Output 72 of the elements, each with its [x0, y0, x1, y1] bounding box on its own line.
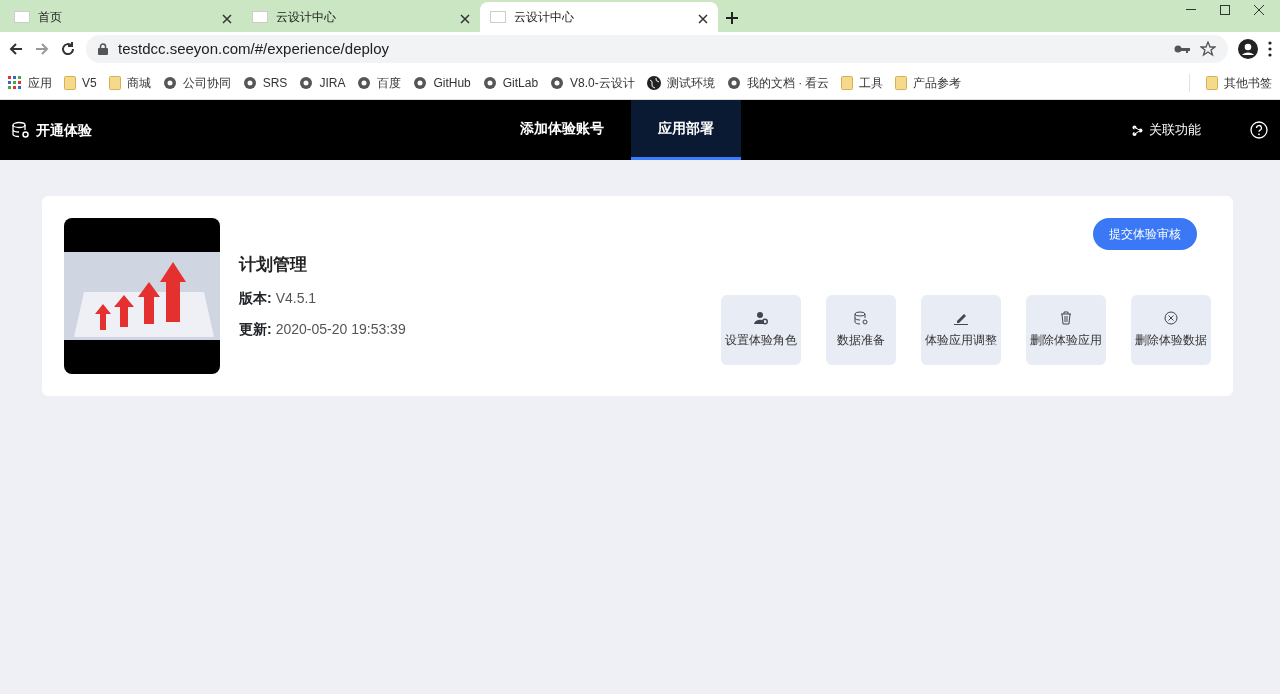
url-text: testdcc.seeyon.com/#/experience/deploy [118, 38, 389, 59]
bookmark-link[interactable]: 工具 [841, 73, 884, 92]
circle-x-icon [1164, 311, 1178, 325]
help-icon[interactable] [1250, 121, 1268, 139]
bookmark-link[interactable]: JIRA [299, 73, 346, 92]
reload-icon[interactable] [60, 41, 76, 57]
related-functions-link[interactable]: 关联功能 [1132, 120, 1201, 140]
bookmark-link[interactable]: GitLab [482, 73, 539, 92]
site-icon [357, 75, 372, 90]
bookmark-link[interactable]: V5 [64, 73, 97, 92]
site-icon [726, 75, 741, 90]
globe-icon [646, 75, 661, 90]
bookmark-link[interactable]: 我的文档 · 看云 [726, 73, 830, 92]
folder-icon [64, 75, 76, 90]
bookmark-link[interactable]: 应用 [8, 73, 52, 92]
user-gear-icon [754, 311, 768, 325]
back-icon[interactable] [8, 41, 24, 57]
site-icon [550, 75, 565, 90]
bookmark-link[interactable]: GitHub [413, 73, 471, 92]
action-button[interactable]: 删除体验数据 [1131, 295, 1211, 365]
site-icon [482, 75, 497, 90]
share-nodes-icon [1132, 124, 1143, 136]
folder-icon [841, 75, 854, 90]
favicon-icon [14, 11, 30, 23]
forward-icon[interactable] [34, 41, 50, 57]
bookmark-link[interactable]: 公司协同 [162, 73, 231, 92]
folder-icon [1206, 75, 1218, 90]
favicon-icon [252, 11, 268, 23]
site-icon [299, 75, 314, 90]
updated-label: 更新: [239, 319, 272, 339]
bookmark-link[interactable]: V8.0-云设计 [550, 73, 635, 92]
maximize-icon[interactable] [1220, 5, 1230, 15]
nav-tab[interactable]: 应用部署 [631, 100, 741, 160]
version-label: 版本: [239, 288, 272, 308]
site-icon [162, 75, 177, 90]
trash-icon [1059, 311, 1073, 325]
profile-icon[interactable] [1238, 39, 1258, 59]
site-icon [413, 75, 428, 90]
close-icon[interactable] [1254, 5, 1264, 15]
browser-tab[interactable]: 首页 [4, 2, 242, 32]
app-title: 开通体验 [36, 120, 92, 140]
bookmark-link[interactable]: 商城 [108, 73, 151, 92]
submit-review-button[interactable]: 提交体验审核 [1093, 218, 1197, 250]
pencil-icon [954, 311, 968, 325]
folder-icon [895, 75, 908, 90]
nav-tab[interactable]: 添加体验账号 [493, 100, 631, 160]
key-icon[interactable] [1174, 44, 1190, 54]
browser-tab[interactable]: 云设计中心 [242, 2, 480, 32]
action-button[interactable]: 删除体验应用 [1026, 295, 1106, 365]
bookmark-link[interactable]: 百度 [357, 73, 402, 92]
apps-grid-icon [8, 75, 22, 90]
folder-icon [108, 75, 121, 90]
version-value: V4.5.1 [275, 288, 317, 308]
updated-value: 2020-05-20 19:53:39 [275, 319, 406, 339]
database-gear-icon [12, 121, 30, 139]
action-button[interactable]: 数据准备 [826, 295, 896, 365]
favicon-icon [490, 11, 506, 23]
address-bar[interactable]: testdcc.seeyon.com/#/experience/deploy [86, 35, 1228, 63]
lock-icon [98, 43, 108, 55]
minimize-icon[interactable] [1186, 9, 1196, 11]
bookmark-link[interactable]: 其他书签 [1189, 73, 1272, 92]
site-icon [242, 75, 257, 90]
app-name: 计划管理 [239, 254, 308, 277]
browser-tab[interactable]: 云设计中心 [480, 2, 718, 32]
menu-icon[interactable] [1268, 41, 1272, 57]
action-button[interactable]: 设置体验角色 [721, 295, 801, 365]
action-button[interactable]: 体验应用调整 [921, 295, 1001, 365]
bookmark-link[interactable]: SRS [242, 73, 288, 92]
star-icon[interactable] [1200, 41, 1216, 57]
bookmark-link[interactable]: 测试环境 [646, 73, 715, 92]
bookmark-link[interactable]: 产品参考 [895, 73, 962, 92]
database-icon [854, 311, 868, 325]
